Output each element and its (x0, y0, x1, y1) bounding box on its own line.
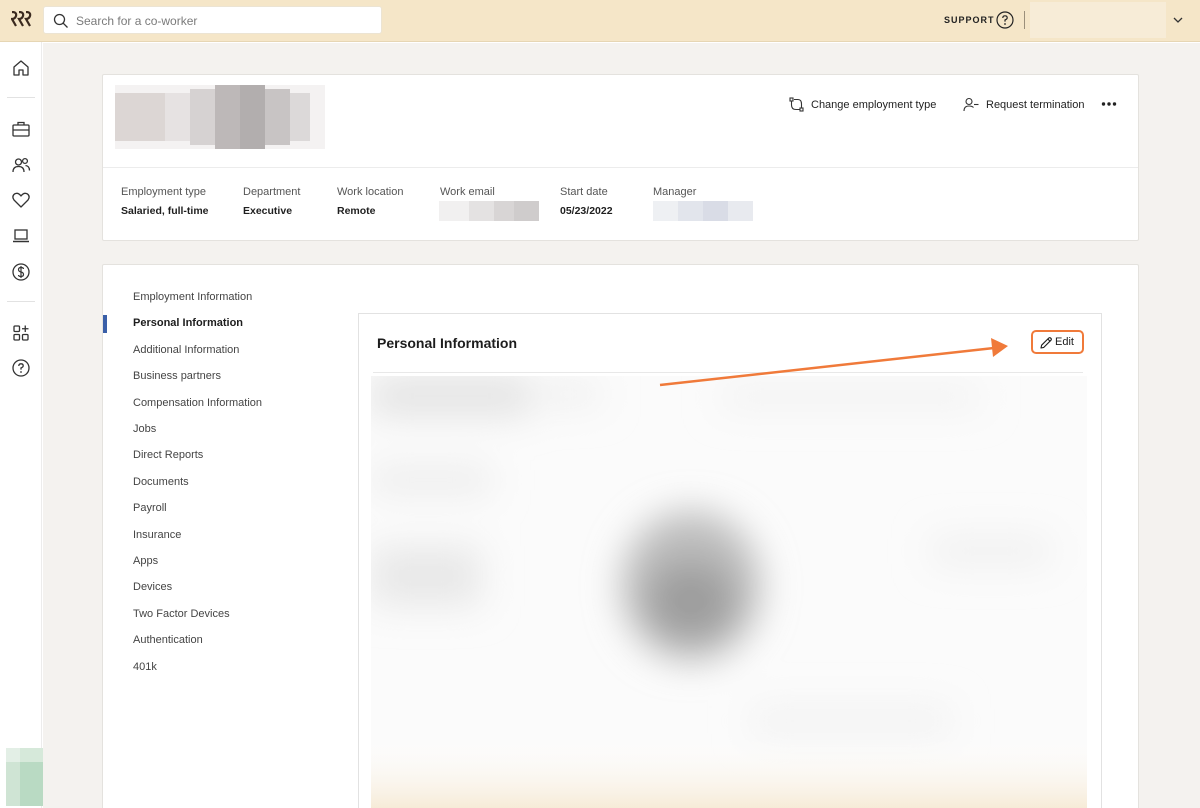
laptop-icon[interactable] (11, 226, 31, 246)
work-location-value: Remote (337, 205, 376, 217)
change-employment-type-label: Change employment type (811, 98, 937, 111)
subnav-personal-information[interactable]: Personal Information (133, 317, 243, 329)
request-termination-button[interactable]: Request termination (963, 97, 1084, 112)
work-email-redacted (439, 201, 539, 221)
department-field: Department Executive (243, 186, 300, 217)
subnav-compensation-information[interactable]: Compensation Information (133, 397, 262, 409)
subnav-direct-reports[interactable]: Direct Reports (133, 449, 203, 461)
employee-name-redacted (115, 85, 325, 149)
manager-label: Manager (653, 186, 697, 198)
work-email-label: Work email (440, 186, 495, 198)
rippling-logo-icon[interactable] (10, 10, 33, 31)
employment-type-label: Employment type (121, 186, 206, 198)
subnav-insurance[interactable]: Insurance (133, 529, 181, 541)
pencil-icon (1040, 337, 1052, 349)
employee-header-card: Change employment type Request terminati… (102, 74, 1139, 241)
subnav-business-partners[interactable]: Business partners (133, 370, 221, 382)
header-divider (103, 167, 1138, 168)
subnav-devices[interactable]: Devices (133, 581, 172, 593)
start-date-value: 05/23/2022 (560, 205, 613, 217)
heart-icon[interactable] (11, 190, 31, 210)
nav-separator (7, 97, 35, 98)
subnav-payroll[interactable]: Payroll (133, 502, 167, 514)
search-icon (53, 13, 68, 28)
user-remove-icon (963, 97, 979, 112)
top-bar: SUPPORT (0, 0, 1200, 42)
work-location-label: Work location (337, 186, 404, 198)
personal-information-panel: Personal Information Edit (358, 313, 1102, 808)
subnav-two-factor-devices[interactable]: Two Factor Devices (133, 608, 230, 620)
department-value: Executive (243, 205, 293, 217)
subnav-employment-information[interactable]: Employment Information (133, 291, 252, 303)
panel-title: Personal Information (377, 335, 518, 351)
manager-field: Manager (653, 186, 753, 221)
work-location-field: Work location Remote (337, 186, 403, 217)
swap-icon (789, 97, 804, 112)
employee-detail-card: Employment Information Personal Informat… (102, 264, 1139, 808)
edit-button[interactable]: Edit (1031, 330, 1084, 354)
nav-separator (7, 301, 35, 302)
edit-label: Edit (1055, 336, 1074, 348)
start-date-field: Start date 05/23/2022 (560, 186, 613, 217)
subnav-additional-information[interactable]: Additional Information (133, 344, 239, 356)
help-icon[interactable] (11, 358, 31, 378)
start-date-label: Start date (560, 186, 608, 198)
subnav-401k[interactable]: 401k (133, 661, 157, 673)
personal-information-redacted (371, 376, 1087, 808)
people-icon[interactable] (11, 155, 31, 175)
chevron-down-icon[interactable] (1172, 14, 1184, 26)
manager-redacted (653, 201, 753, 221)
request-termination-label: Request termination (986, 98, 1085, 111)
dollar-icon[interactable] (11, 262, 31, 282)
more-options-icon[interactable] (1101, 99, 1117, 109)
subnav-authentication[interactable]: Authentication (133, 634, 203, 646)
apps-add-icon[interactable] (11, 323, 31, 343)
employment-type-field: Employment type Salaried, full-time (121, 186, 209, 217)
search-box[interactable] (43, 6, 382, 34)
left-nav (0, 42, 68, 808)
topbar-divider (1024, 11, 1025, 29)
subnav-jobs[interactable]: Jobs (133, 423, 156, 435)
work-email-field: Work email (439, 186, 539, 221)
search-input[interactable] (76, 11, 371, 31)
subnav-apps[interactable]: Apps (133, 555, 158, 567)
change-employment-type-button[interactable]: Change employment type (789, 97, 936, 112)
account-switcher[interactable] (1030, 2, 1166, 38)
support-link[interactable]: SUPPORT (944, 15, 995, 25)
panel-divider (373, 372, 1083, 373)
employment-type-value: Salaried, full-time (121, 205, 209, 217)
subnav-documents[interactable]: Documents (133, 476, 189, 488)
help-circle-icon[interactable] (996, 11, 1014, 29)
briefcase-icon[interactable] (11, 119, 31, 139)
home-icon[interactable] (11, 58, 31, 78)
department-label: Department (243, 186, 301, 198)
active-indicator (103, 315, 107, 333)
